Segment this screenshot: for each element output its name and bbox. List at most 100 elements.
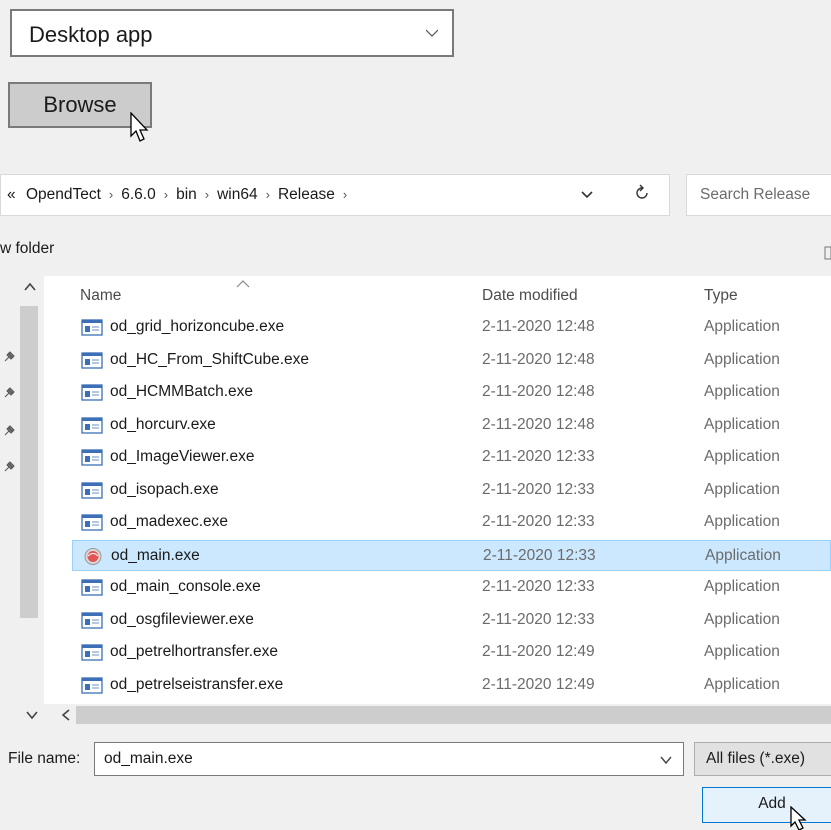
file-row[interactable]: od_main_console.exe 2-11-2020 12:33 Applic…	[72, 572, 831, 603]
application-icon	[81, 481, 103, 499]
scrollbar-thumb[interactable]	[76, 706, 831, 724]
file-row[interactable]: od_HCMMBatch.exe 2-11-2020 12:48 Applicati…	[72, 377, 831, 408]
file-date: 2-11-2020 12:33	[483, 546, 596, 564]
file-date: 2-11-2020 12:33	[482, 448, 595, 465]
horizontal-scrollbar[interactable]	[44, 704, 831, 726]
file-type: Application	[704, 675, 780, 693]
file-type: Application	[704, 643, 780, 660]
pin-icon	[4, 387, 15, 398]
pin-icon	[4, 461, 15, 472]
file-name: od_isopach.exe	[110, 480, 219, 498]
breadcrumb-item-bin[interactable]: bin	[176, 186, 197, 203]
refresh-icon[interactable]	[632, 183, 652, 203]
column-header-name[interactable]: Name	[80, 287, 121, 305]
file-type: Application	[705, 546, 781, 564]
file-name: od_main.exe	[111, 546, 200, 564]
application-icon	[81, 611, 103, 629]
file-row[interactable]: od_petrelseistransfer.exe 2-11-2020 12:49…	[72, 670, 831, 701]
chevron-up-icon[interactable]	[24, 282, 36, 292]
column-header-type[interactable]: Type	[704, 287, 738, 305]
file-name: od_petrelhortransfer.exe	[110, 643, 279, 660]
file-name: od_HCMMBatch.exe	[110, 383, 254, 400]
application-icon	[81, 416, 103, 434]
file-type: Application	[704, 415, 780, 433]
mouse-cursor-icon	[130, 112, 149, 142]
file-row[interactable]: od_horcurv.exe 2-11-2020 12:48 Application	[72, 410, 831, 441]
breadcrumb-item-opendtect[interactable]: OpendTect	[26, 186, 101, 203]
file-name: od_osgfileviewer.exe	[110, 610, 254, 628]
file-row[interactable]: od_petrelhortransfer.exe 2-11-2020 12:49 A…	[72, 637, 831, 668]
file-type: Application	[704, 383, 780, 400]
file-type: Application	[704, 350, 780, 368]
app-type-value: Desktop app	[29, 22, 153, 47]
file-row[interactable]: od_ImageViewer.exe 2-11-2020 12:33 Applica…	[72, 442, 831, 473]
file-row[interactable]: od_madexec.exe 2-11-2020 12:33 Application	[72, 507, 831, 538]
breadcrumb-item-win64[interactable]: win64	[217, 186, 258, 203]
file-row[interactable]: od_isopach.exe 2-11-2020 12:33 Application	[72, 475, 831, 506]
chevron-down-icon	[426, 29, 438, 37]
application-icon	[81, 384, 103, 401]
opendtect-app-icon	[84, 547, 102, 565]
pin-icon	[4, 425, 15, 436]
app-type-dropdown[interactable]: Desktop app	[10, 9, 454, 57]
navigation-pane-scrollbar[interactable]	[0, 276, 44, 704]
file-name: od_horcurv.exe	[110, 415, 216, 433]
chevron-down-icon[interactable]	[580, 188, 594, 202]
file-name: od_ImageViewer.exe	[110, 448, 255, 465]
file-name: od_petrelseistransfer.exe	[110, 675, 284, 693]
breadcrumb-item-version[interactable]: 6.6.0	[121, 186, 155, 203]
application-icon	[81, 579, 103, 596]
file-row[interactable]: od_grid_horizoncube.exe 2-11-2020 12:48 Ap…	[72, 312, 831, 343]
file-name-label: File name:	[8, 750, 81, 767]
file-date: 2-11-2020 12:33	[482, 578, 595, 595]
breadcrumb-item-release[interactable]: Release	[278, 186, 335, 203]
file-type: Application	[704, 448, 780, 465]
file-date: 2-11-2020 12:48	[482, 350, 595, 368]
application-icon	[81, 676, 103, 694]
file-name: od_madexec.exe	[110, 513, 229, 530]
scrollbar-thumb[interactable]	[20, 306, 38, 618]
file-name-field[interactable]	[94, 742, 684, 776]
address-bar[interactable]: « OpendTect › 6.6.0 › bin › win64 › Release ›	[0, 174, 670, 216]
chevron-right-icon: ›	[342, 187, 348, 202]
file-row[interactable]: od_osgfileviewer.exe 2-11-2020 12:33 Appli…	[72, 605, 831, 636]
file-type: Application	[704, 513, 780, 530]
file-type: Application	[704, 480, 780, 498]
chevron-left-icon[interactable]	[60, 709, 72, 721]
breadcrumb: « OpendTect › 6.6.0 › bin › win64 › Release ›	[7, 186, 355, 204]
file-date: 2-11-2020 12:48	[482, 415, 595, 433]
application-icon	[81, 644, 103, 661]
column-header-date[interactable]: Date modified	[482, 287, 578, 305]
file-name: od_grid_horizoncube.exe	[110, 318, 285, 335]
breadcrumb-overflow[interactable]: «	[7, 186, 16, 203]
chevron-right-icon: ›	[204, 187, 210, 202]
file-name: od_HC_From_ShiftCube.exe	[110, 350, 310, 368]
chevron-down-icon[interactable]	[660, 754, 672, 766]
file-name: od_main_console.exe	[110, 578, 261, 595]
file-type: Application	[704, 578, 780, 595]
application-icon	[81, 514, 103, 531]
file-date: 2-11-2020 12:33	[482, 513, 595, 530]
chevron-down-icon[interactable]	[26, 709, 38, 721]
chevron-right-icon: ›	[163, 187, 169, 202]
file-date: 2-11-2020 12:49	[482, 675, 595, 693]
file-date: 2-11-2020 12:48	[482, 383, 595, 400]
view-options-icon[interactable]	[824, 246, 831, 260]
mouse-cursor-icon	[790, 806, 807, 830]
application-icon	[81, 319, 103, 336]
file-type-filter[interactable]: All files (*.exe)	[694, 742, 831, 776]
chevron-right-icon: ›	[108, 187, 114, 202]
file-type: Application	[704, 318, 780, 335]
pin-icon	[4, 351, 15, 362]
file-date: 2-11-2020 12:33	[482, 480, 595, 498]
file-row[interactable]: od_main.exe 2-11-2020 12:33 Application	[72, 539, 831, 571]
file-name-input[interactable]	[104, 750, 644, 768]
file-type: Application	[704, 610, 780, 628]
search-input[interactable]: Search Release	[686, 174, 831, 216]
file-date: 2-11-2020 12:33	[482, 610, 595, 628]
new-folder-button[interactable]: w folder	[0, 240, 54, 258]
file-date: 2-11-2020 12:49	[482, 643, 595, 660]
file-row[interactable]: od_HC_From_ShiftCube.exe 2-11-2020 12:48 A…	[72, 345, 831, 376]
file-date: 2-11-2020 12:48	[482, 318, 595, 335]
sort-ascending-icon	[236, 280, 250, 288]
